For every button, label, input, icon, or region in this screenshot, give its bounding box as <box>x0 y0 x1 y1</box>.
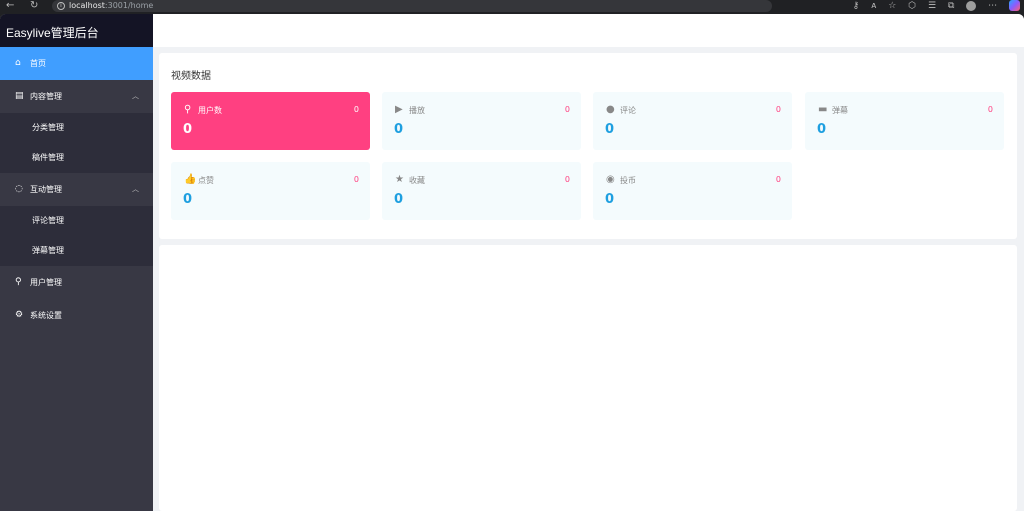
sidebar-item-manuscript[interactable]: 稿件管理 <box>0 143 153 173</box>
profile-avatar[interactable] <box>966 0 977 11</box>
stat-value: 0 <box>183 122 193 137</box>
stat-card-favorites: ★ 收藏 0 0 <box>382 162 581 220</box>
danmaku-icon: ▬ <box>818 104 828 115</box>
read-aloud-icon[interactable]: ᴀ <box>871 1 876 12</box>
top-header <box>153 14 1024 47</box>
play-icon: ▶ <box>395 104 403 115</box>
stat-card-likes: 👍 点赞 0 0 <box>171 162 370 220</box>
stat-label: 用户数 <box>198 106 222 115</box>
sidebar-item-users[interactable]: ⚲ 用户管理 <box>0 266 153 299</box>
sidebar-item-interaction[interactable]: ◌ 互动管理 ︿ <box>0 173 153 206</box>
stat-card-users: ⚲ 用户数 0 0 <box>171 92 370 150</box>
site-info-icon[interactable]: i <box>57 1 65 10</box>
document-icon: ▤ <box>15 91 24 101</box>
video-stats-panel: 视频数据 ⚲ 用户数 0 0 ▶ 播放 0 0 ● 评论 0 0 ▬ 弹幕 0 … <box>159 53 1017 239</box>
stat-badge: 0 <box>353 105 359 114</box>
stat-card-coins: ◉ 投币 0 0 <box>593 162 792 220</box>
stat-value: 0 <box>605 122 615 137</box>
interaction-submenu: 评论管理 弹幕管理 <box>0 206 153 266</box>
stat-badge: 0 <box>987 105 993 114</box>
sidebar: Easylive管理后台 ⌂ 首页 ▤ 内容管理 ︿ 分类管理 稿件管理 ◌ 互… <box>0 14 153 511</box>
sidebar-item-label: 互动管理 <box>30 185 62 194</box>
sidebar-item-home[interactable]: ⌂ 首页 <box>0 47 153 80</box>
extensions-icon[interactable]: ⬡ <box>908 1 916 12</box>
chart-panel <box>159 245 1017 511</box>
content-submenu: 分类管理 稿件管理 <box>0 113 153 173</box>
panel-title: 视频数据 <box>171 71 211 82</box>
stat-value: 0 <box>394 122 404 137</box>
stat-badge: 0 <box>775 175 781 184</box>
sidebar-item-comments[interactable]: 评论管理 <box>0 206 153 236</box>
thumbs-up-icon: 👍 <box>184 174 197 185</box>
stat-label: 点赞 <box>198 176 214 185</box>
more-icon[interactable]: ⋯ <box>988 1 997 12</box>
sidebar-item-category[interactable]: 分类管理 <box>0 113 153 143</box>
user-icon: ⚲ <box>184 104 192 115</box>
star-icon: ★ <box>395 174 404 185</box>
stat-badge: 0 <box>775 105 781 114</box>
stat-label: 投币 <box>620 176 636 185</box>
stat-card-danmaku: ▬ 弹幕 0 0 <box>805 92 1004 150</box>
back-icon[interactable]: ← <box>6 0 14 12</box>
sidebar-item-label: 系统设置 <box>30 311 62 320</box>
stat-label: 播放 <box>409 106 425 115</box>
app-logo: Easylive管理后台 <box>0 14 153 47</box>
stat-value: 0 <box>605 192 615 207</box>
url-path: :3001/home <box>104 1 154 10</box>
stat-label: 弹幕 <box>832 106 848 115</box>
copilot-icon[interactable] <box>1009 0 1020 11</box>
gear-icon: ⚙ <box>15 310 24 320</box>
sidebar-item-label: 用户管理 <box>30 278 62 287</box>
chevron-up-icon: ︿ <box>132 185 139 193</box>
address-bar[interactable]: i localhost:3001/home <box>52 0 772 12</box>
home-icon: ⌂ <box>15 58 21 68</box>
stat-badge: 0 <box>353 175 359 184</box>
stat-card-comments: ● 评论 0 0 <box>593 92 792 150</box>
user-icon: ⚲ <box>15 277 22 287</box>
key-icon[interactable]: ⚷ <box>853 1 860 12</box>
coin-icon: ◉ <box>606 174 615 185</box>
favorites-bar-icon[interactable]: ☰ <box>928 1 936 12</box>
favorite-icon[interactable]: ☆ <box>888 1 896 12</box>
chevron-up-icon: ︿ <box>132 92 139 100</box>
reload-icon[interactable]: ↻ <box>30 0 38 12</box>
stat-label: 收藏 <box>409 176 425 185</box>
sidebar-item-content[interactable]: ▤ 内容管理 ︿ <box>0 80 153 113</box>
stat-value: 0 <box>183 192 193 207</box>
stat-value: 0 <box>394 192 404 207</box>
stat-badge: 0 <box>564 175 570 184</box>
stat-badge: 0 <box>564 105 570 114</box>
url-host: localhost <box>69 1 105 10</box>
stat-value: 0 <box>817 122 827 137</box>
stat-card-plays: ▶ 播放 0 0 <box>382 92 581 150</box>
browser-toolbar: ← ↻ i localhost:3001/home ⚷ ᴀ ☆ ⬡ ☰ ⧉ ⋯ <box>0 0 1024 12</box>
sidebar-item-label: 首页 <box>30 59 46 68</box>
chat-icon: ◌ <box>15 184 23 194</box>
sidebar-item-settings[interactable]: ⚙ 系统设置 <box>0 299 153 332</box>
page-viewport: Easylive管理后台 ⌂ 首页 ▤ 内容管理 ︿ 分类管理 稿件管理 ◌ 互… <box>0 14 1024 511</box>
comment-icon: ● <box>606 104 615 115</box>
sidebar-item-danmaku[interactable]: 弹幕管理 <box>0 236 153 266</box>
collections-icon[interactable]: ⧉ <box>948 1 954 12</box>
sidebar-item-label: 内容管理 <box>30 92 62 101</box>
stat-label: 评论 <box>620 106 636 115</box>
